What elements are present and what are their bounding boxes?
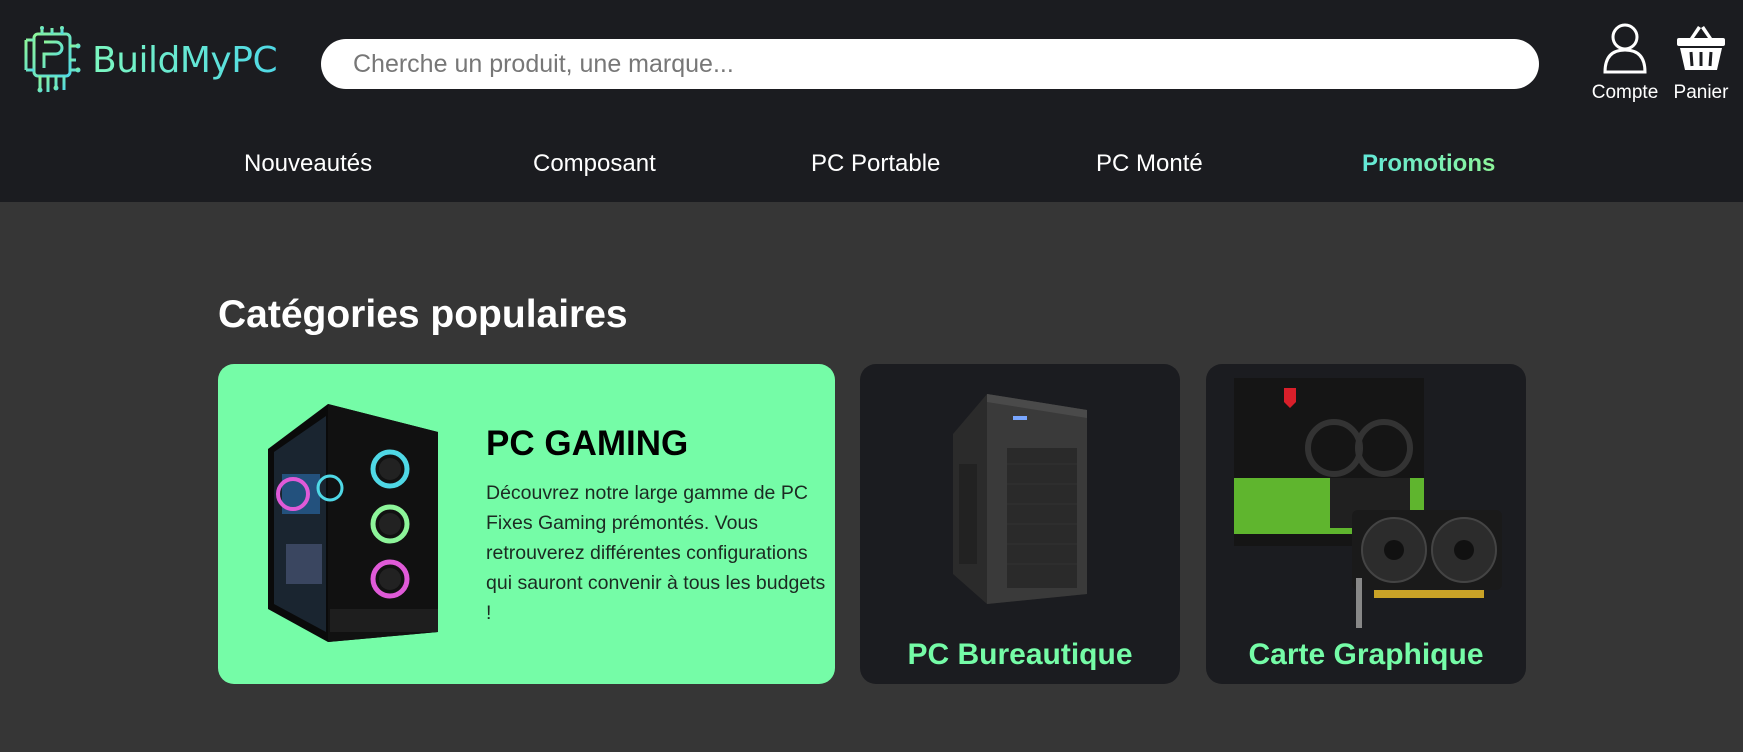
- user-icon: [1603, 23, 1647, 74]
- nav-item-promotions[interactable]: Promotions: [1362, 150, 1495, 178]
- basket-icon: [1677, 26, 1725, 70]
- graphics-card-icon: [1234, 378, 1502, 628]
- circuit-board-icon: [24, 26, 81, 93]
- category-title-carte-graphique: Carte Graphique: [1248, 638, 1484, 671]
- category-card-pc-bureautique[interactable]: PC Bureautique: [860, 364, 1180, 684]
- account-button[interactable]: Compte: [1570, 22, 1680, 104]
- cart-button[interactable]: Panier: [1668, 22, 1734, 104]
- nav-item-composant[interactable]: Composant: [533, 150, 656, 178]
- account-label: Compte: [1591, 82, 1659, 103]
- category-card-pc-gaming[interactable]: PC GAMING Découvrez notre large gamme de…: [218, 364, 835, 684]
- featured-category-description: Découvrez notre large gamme de PC Fixes …: [486, 482, 826, 624]
- nav-item-nouveautes[interactable]: Nouveautés: [244, 150, 372, 178]
- search-input[interactable]: [321, 39, 1539, 89]
- header: BuildMyPC Compte Panier: [0, 0, 1743, 122]
- featured-category-title: PC GAMING: [486, 424, 689, 463]
- brand-name: BuildMyPC: [92, 39, 278, 81]
- brand-logo[interactable]: BuildMyPC: [20, 26, 278, 94]
- main-nav: Nouveautés Composant PC Portable PC Mont…: [0, 122, 1743, 202]
- cart-label: Panier: [1673, 82, 1729, 103]
- nav-item-pc-portable[interactable]: PC Portable: [811, 150, 940, 178]
- category-title-pc-bureautique: PC Bureautique: [907, 638, 1133, 671]
- section-title: Catégories populaires: [218, 293, 628, 336]
- category-card-carte-graphique[interactable]: Carte Graphique: [1206, 364, 1526, 684]
- nav-item-pc-monte[interactable]: PC Monté: [1096, 150, 1203, 178]
- office-pc-tower-icon: [953, 394, 1087, 604]
- gaming-pc-tower-icon: [268, 404, 438, 642]
